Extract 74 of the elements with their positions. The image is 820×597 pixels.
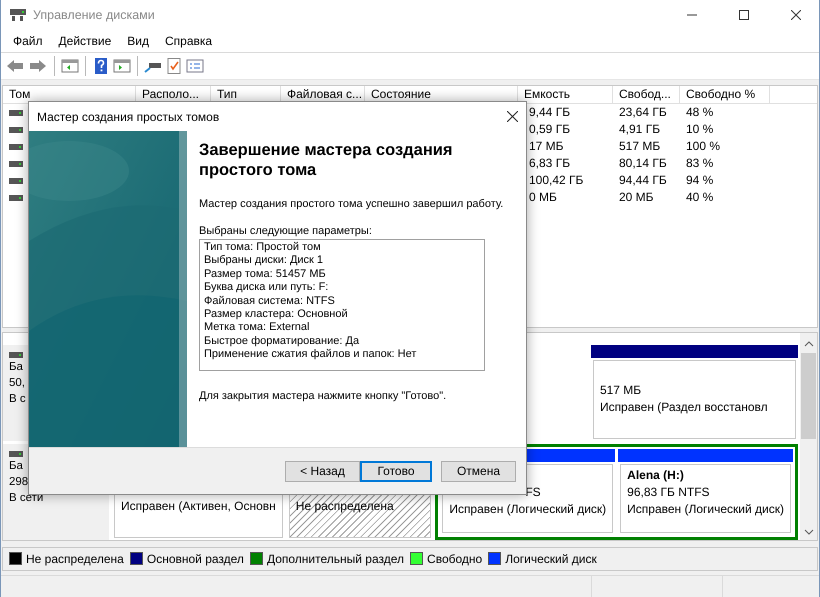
table-cell-text: 23,64 ГБ — [618, 105, 668, 120]
logical-disk-block[interactable]: Alena (H:) 96,83 ГБ NTFS Исправен (Логический диск) — [618, 449, 793, 536]
dialog-button[interactable]: < Назад — [285, 460, 360, 482]
dialog-button[interactable]: Отмена — [441, 460, 516, 482]
table-cell-text: 517 МБ — [618, 139, 662, 154]
table-cell-text: 94 % — [685, 173, 714, 188]
column-header[interactable]: Свобод... — [613, 86, 680, 104]
disk-info: В с — [9, 392, 27, 406]
menu-item[interactable]: Вид — [119, 34, 157, 48]
list-icon[interactable] — [186, 56, 204, 75]
params-label: Выбраны следующие параметры: — [199, 225, 373, 237]
scrollbar[interactable] — [800, 333, 817, 540]
param-line: Применение сжатия файлов и папок: Нет — [204, 348, 418, 362]
table-cell-text: 100 % — [685, 139, 722, 154]
table-cell-text: 83 % — [685, 156, 714, 170]
table-cell-text: 48 % — [685, 105, 714, 120]
table-cell-text: 6,83 ГБ — [528, 156, 572, 170]
disk-info: В сети — [9, 491, 44, 506]
param-line: Размер тома: 51457 МБ — [204, 268, 327, 282]
dialog-title: Мастер создания простых томов — [37, 110, 220, 124]
param-line: Файловая система: NTFS — [204, 294, 336, 308]
panel-icon[interactable] — [113, 56, 131, 75]
panel-icon[interactable] — [61, 56, 79, 75]
wizard-message: Мастер создания простого тома успешно завершил работу. — [199, 197, 504, 211]
partition-info: 517 МБ — [600, 383, 642, 398]
close-icon[interactable] — [507, 111, 518, 122]
legend-label: Основной раздел — [146, 552, 244, 566]
disk-info: 298 — [9, 475, 30, 490]
table-cell-text: 80,14 ГБ — [618, 156, 668, 170]
window-title: Управление дисками — [33, 8, 156, 22]
disk-info: Ба — [9, 360, 24, 374]
table-cell-text: 17 МБ — [528, 139, 565, 154]
table-cell-text: 0 МБ — [528, 190, 558, 204]
help-icon[interactable] — [92, 56, 110, 75]
param-line: Метка тома: External — [204, 321, 310, 335]
table-cell-text: 9,44 ГБ — [528, 105, 572, 120]
table-cell-text: 20 МБ — [618, 190, 655, 204]
table-cell-text: 0,59 ГБ — [528, 122, 572, 136]
menu-item[interactable]: Справка — [157, 34, 220, 48]
maximize-icon[interactable] — [739, 10, 749, 20]
param-line: Размер кластера: Основной — [204, 308, 349, 322]
legend-label: Дополнительный раздел — [266, 552, 404, 566]
footer-note: Для закрытия мастера нажмите кнопку "Готово". — [199, 390, 448, 402]
volume-name: Alena (H:) — [627, 468, 685, 482]
table-cell-text: 94,44 ГБ — [618, 173, 668, 188]
legend-label: Не распределена — [26, 552, 124, 566]
param-line: Тип тома: Простой том — [204, 241, 322, 254]
menu-item[interactable]: Файл — [5, 34, 51, 48]
param-line: Быстрое форматирование: Да — [204, 334, 360, 348]
column-header[interactable]: Свободно % — [680, 86, 770, 104]
checklist-document-icon[interactable] — [165, 56, 183, 75]
partition-info: Исправен (Логический диск) — [449, 502, 606, 516]
legend-label: Логический диск — [505, 552, 597, 566]
table-cell-text: 4,91 ГБ — [618, 122, 662, 136]
disk-info: 50, — [9, 376, 26, 390]
close-icon[interactable] — [791, 10, 801, 20]
table-cell-text: 40 % — [685, 190, 714, 204]
partition-info: Исправен (Логический диск) — [627, 502, 784, 516]
scroll-down-icon[interactable] — [804, 527, 814, 538]
dialog-button[interactable]: Готово — [360, 460, 432, 482]
partition-info: Не распределена — [296, 499, 395, 514]
legend-label: Свободно — [427, 552, 482, 566]
disk-info: Ба — [9, 459, 24, 474]
partition-block[interactable]: 517 МБ Исправен (Раздел восстановл — [590, 345, 798, 442]
disk-management-icon — [9, 7, 27, 23]
wizard-heading: Завершение мастера создания простого тома — [199, 140, 454, 180]
partition-info: 96,83 ГБ NTFS — [627, 485, 711, 500]
param-line: Буква диска или путь: F: — [204, 281, 330, 295]
table-cell-text: 10 % — [685, 122, 714, 136]
table-cell-text: 100,42 ГБ — [528, 173, 584, 188]
partition-info: Исправен (Активен, Основн — [121, 499, 276, 514]
partition-info: Исправен (Раздел восстановл — [600, 400, 769, 414]
param-line: Выбраны диски: Диск 1 — [204, 254, 324, 268]
menu-item[interactable]: Действие — [50, 34, 120, 48]
